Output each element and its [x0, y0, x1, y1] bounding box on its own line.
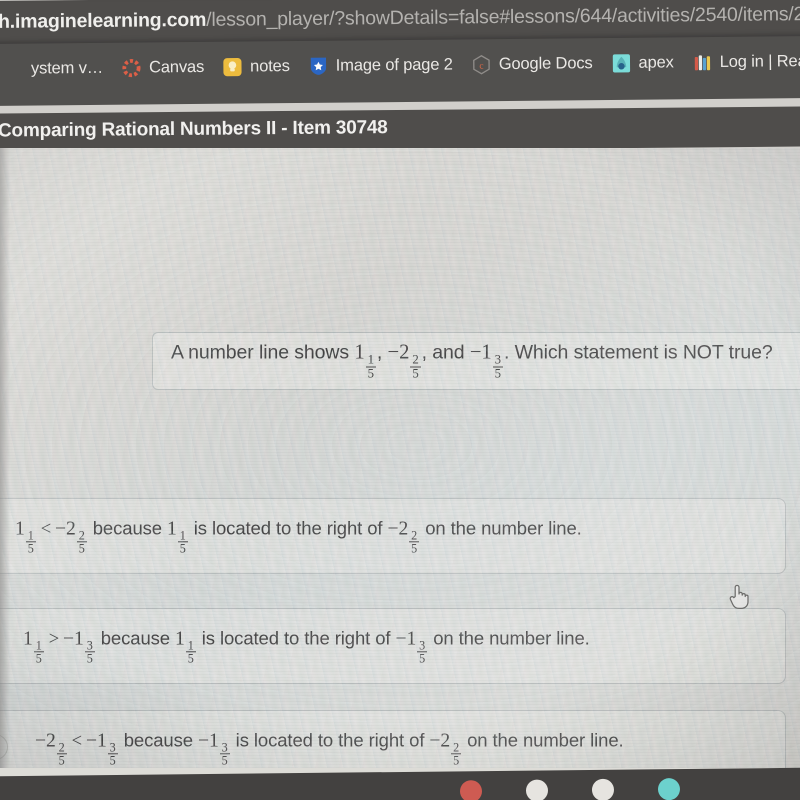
- prompt-prefix: A number line shows: [171, 341, 355, 364]
- opt-b-middle: is located to the right of: [196, 627, 396, 649]
- answer-option-b-text: 1 1 5 > −1 3 5 because 115 is located to the r…: [23, 627, 590, 664]
- opt-b-left: 115: [23, 628, 44, 666]
- answer-option-b[interactable]: 1 1 5 > −1 3 5 because 115 is located to the r…: [0, 608, 786, 684]
- question-prompt-card: A number line shows 115, −2 2 5, and −1 3 5.…: [152, 332, 800, 390]
- bookmark-image-of-page-2[interactable]: Image of page 2: [299, 52, 462, 79]
- opt-b-operator: >: [48, 629, 60, 650]
- bookmark-system-v[interactable]: ystem v…: [0, 56, 112, 82]
- lesson-content-area: A number line shows 115, −2 2 5, and −1 3 5.…: [0, 148, 800, 786]
- bookmark-label: notes: [250, 57, 290, 76]
- opt-b-tail: on the number line.: [428, 627, 590, 649]
- opt-b-right: −1 3 5: [63, 628, 95, 666]
- taskbar-icon-2[interactable]: [525, 779, 549, 800]
- opt-a-operator: <: [40, 519, 52, 540]
- page-title: Comparing Rational Numbers II - Item 307…: [0, 117, 388, 142]
- prompt-value-2: −2 2 5: [387, 341, 421, 381]
- prompt-suffix: . Which statement is NOT true?: [503, 341, 773, 364]
- prompt-sep-2: , and: [421, 341, 470, 364]
- answer-option-a[interactable]: 1 1 5 < −2 2 5 because 115 is located to the r…: [0, 498, 786, 574]
- answer-option-a-text: 1 1 5 < −2 2 5 because 115 is located to the r…: [15, 517, 582, 554]
- prompt-sep-1: ,: [376, 341, 388, 364]
- taskbar-icons: [459, 778, 681, 800]
- answer-option-c-text: −2 2 5 < −1 3 5 because −1 3 5 is located to the…: [35, 729, 624, 766]
- address-bar-text: h.imaginelearning.com/lesson_player/?sho…: [0, 1, 800, 35]
- taskbar-icon-4[interactable]: [657, 778, 681, 800]
- opt-b-because: because: [95, 627, 176, 649]
- prompt-value-3: −1 3 5: [469, 341, 503, 381]
- screen-photo: h.imaginelearning.com/lesson_player/?sho…: [0, 0, 800, 800]
- bookmark-apex[interactable]: apex: [601, 50, 682, 76]
- partial-bookmark-icon: [3, 59, 24, 80]
- apex-teal-icon: [610, 53, 631, 74]
- hexagon-c-icon: c: [471, 54, 492, 75]
- bookmark-label: Google Docs: [498, 54, 593, 74]
- bookmark-label: Image of page 2: [335, 55, 453, 75]
- opt-c-middle: is located to the right of: [230, 729, 430, 751]
- bookmark-label: ystem v…: [30, 58, 104, 78]
- opt-c-tail: on the number line.: [462, 729, 624, 751]
- bookmark-readthedocs[interactable]: Log in | ReadThe: [683, 49, 800, 76]
- svg-text:c: c: [479, 61, 483, 72]
- opt-a-cmp: −2 2 5: [387, 518, 420, 556]
- opt-a-tail: on the number line.: [420, 517, 582, 539]
- bookmark-label: Canvas: [149, 57, 205, 77]
- keep-note-icon: [222, 57, 243, 78]
- opt-c-left: −2 2 5: [35, 730, 67, 768]
- opt-b-cmp: −1 3 5: [395, 628, 428, 666]
- bookmarks-bar: ystem v… Canvas notes Image of page 2 c …: [0, 36, 800, 106]
- url-host: h.imaginelearning.com: [0, 8, 207, 33]
- bookmark-canvas[interactable]: Canvas: [112, 55, 213, 81]
- bookmark-label: apex: [638, 53, 674, 72]
- colored-books-icon: [692, 52, 713, 73]
- bookmark-notes[interactable]: notes: [213, 54, 299, 80]
- opt-c-because: because: [118, 729, 198, 751]
- bookmarks-list: ystem v… Canvas notes Image of page 2 c …: [0, 49, 800, 82]
- opt-a-because: because: [87, 517, 168, 539]
- opt-a-ref: 115: [167, 518, 188, 556]
- lesson-title-bar: Comparing Rational Numbers II - Item 307…: [0, 106, 800, 154]
- opt-c-cmp: −2 2 5: [429, 730, 462, 768]
- opt-b-ref: 115: [175, 628, 196, 666]
- blue-shield-star-icon: [308, 56, 329, 77]
- opt-c-ref: −1 3 5: [197, 730, 230, 768]
- url-path: /lesson_player/?showDetails=false#lesson…: [206, 2, 800, 31]
- canvas-ring-icon: [121, 57, 142, 78]
- taskbar-icon-1[interactable]: [459, 780, 483, 800]
- opt-a-left: 115: [15, 518, 36, 556]
- bookmark-label: Log in | ReadThe: [719, 51, 800, 71]
- question-text: A number line shows 115, −2 2 5, and −1 3 5.…: [171, 342, 773, 381]
- taskbar-icon-3[interactable]: [591, 778, 615, 800]
- opt-a-middle: is located to the right of: [188, 517, 388, 539]
- opt-c-operator: <: [71, 731, 82, 752]
- prompt-value-1: 115: [354, 341, 376, 381]
- bookmark-google-docs[interactable]: c Google Docs: [462, 51, 602, 77]
- opt-c-right: −1 3 5: [86, 730, 118, 768]
- pointing-hand-cursor: [726, 582, 750, 612]
- opt-a-right: −2 2 5: [55, 518, 87, 556]
